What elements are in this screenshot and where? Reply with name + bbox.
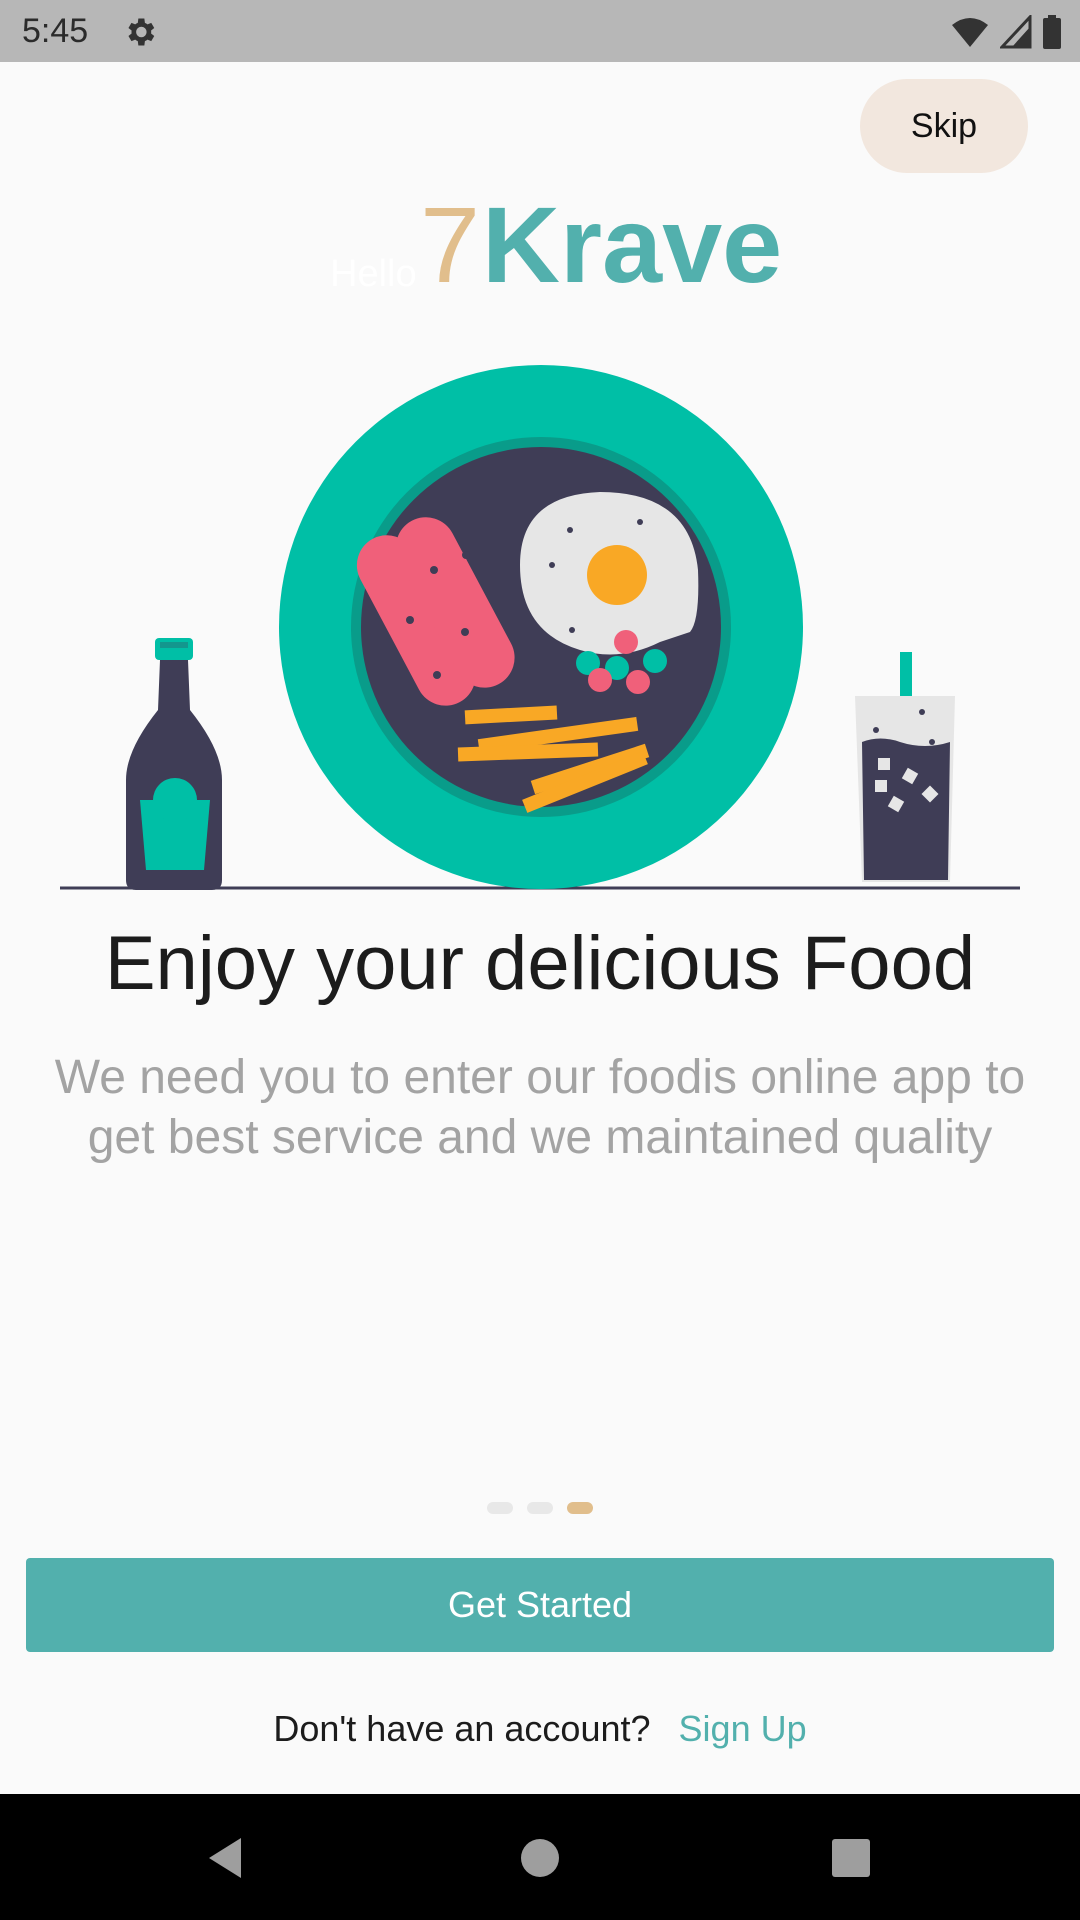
sign-up-link[interactable]: Sign Up — [679, 1708, 807, 1749]
onboarding-description: We need you to enter our foodis online a… — [54, 1051, 1026, 1164]
status-icons — [950, 14, 1062, 50]
food-illustration — [60, 365, 1020, 890]
onboarding-title: Enjoy your delicious Food — [104, 921, 976, 1006]
back-icon[interactable] — [205, 1836, 245, 1880]
navigation-bar — [0, 1794, 1080, 1920]
page-dot-1 — [487, 1502, 513, 1514]
sauce-bottle-icon — [126, 638, 222, 890]
signal-icon — [1000, 15, 1032, 49]
page-dot-3 — [567, 1502, 593, 1514]
logo-krave: Krave — [482, 184, 783, 305]
wifi-icon — [952, 18, 988, 47]
signup-row: Don't have an account? Sign Up — [0, 1708, 1080, 1750]
battery-icon — [1043, 15, 1061, 49]
skip-button[interactable]: Skip — [860, 79, 1028, 173]
page-indicator — [0, 1502, 1080, 1514]
recents-icon[interactable] — [832, 1839, 870, 1877]
home-icon[interactable] — [520, 1838, 560, 1878]
get-started-button[interactable]: Get Started — [26, 1558, 1054, 1652]
settings-gear-icon — [128, 18, 155, 46]
status-time: 5:45 — [22, 12, 89, 50]
app-logo: Hello 7 Krave — [0, 185, 1080, 305]
status-bar: 5:45 — [0, 0, 1080, 62]
logo-hello-text: Hello — [330, 253, 417, 295]
drink-glass-icon — [855, 652, 955, 882]
fried-egg-icon — [520, 492, 699, 655]
logo-seven: 7 — [420, 184, 481, 305]
page-dot-2 — [527, 1502, 553, 1514]
signup-prompt: Don't have an account? — [273, 1708, 651, 1749]
